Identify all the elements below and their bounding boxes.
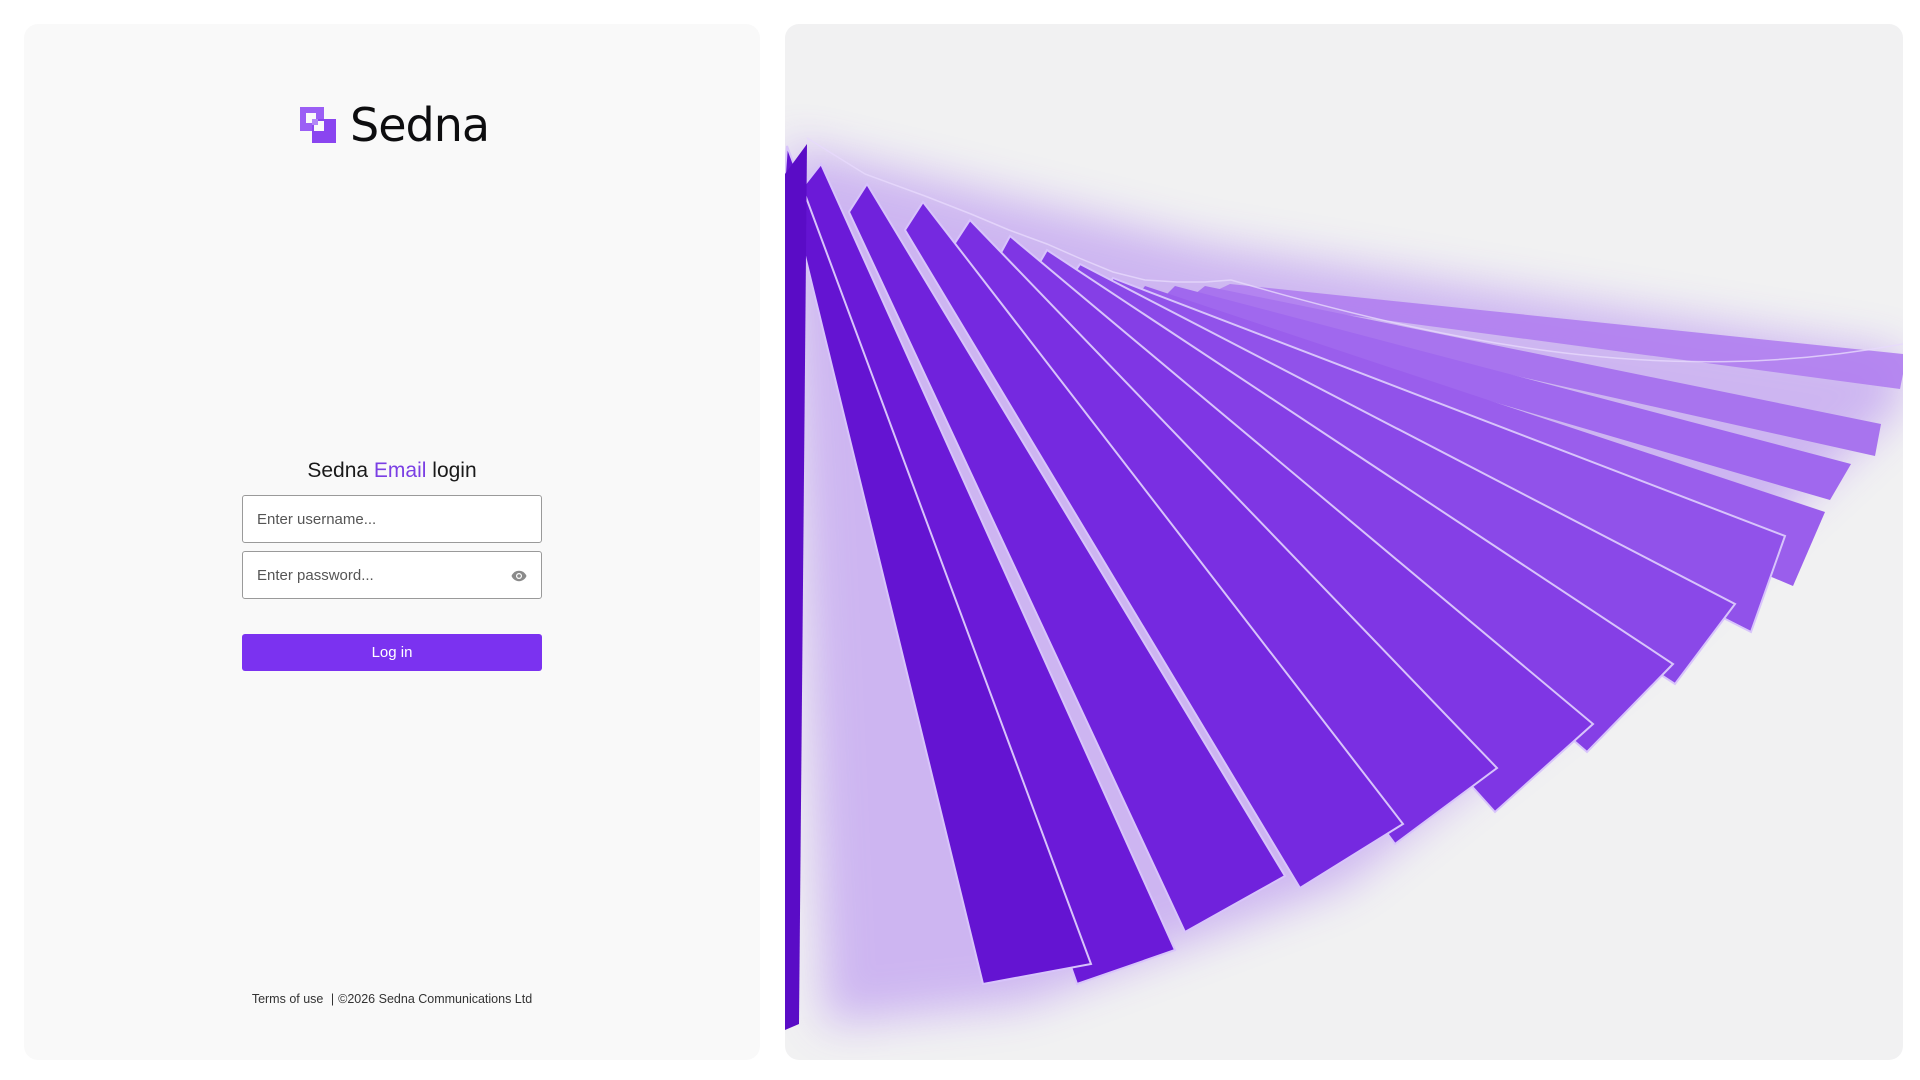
footer: Terms of use | ©2026 Sedna Communications… (24, 990, 760, 1008)
brand-logo: Sedna (300, 98, 490, 152)
password-field (242, 551, 542, 599)
heading-suffix: login (432, 459, 477, 482)
purple-fan-ribbon-artwork (785, 137, 1903, 1030)
password-input[interactable] (243, 552, 541, 598)
login-button[interactable]: Log in (242, 634, 542, 671)
terms-of-use-link[interactable]: Terms of use (252, 992, 324, 1006)
brand-name: Sedna (350, 98, 490, 152)
hero-artwork-panel (785, 24, 1903, 1060)
login-heading: Sedna Email login (24, 456, 760, 486)
show-password-button[interactable] (507, 564, 531, 588)
sedna-logo-icon (300, 107, 336, 143)
heading-accent: Email (373, 459, 427, 482)
footer-separator: | (330, 992, 335, 1006)
username-input[interactable] (243, 496, 541, 542)
copyright-year: ©2026 (338, 992, 376, 1006)
login-page: Sedna Sedna Email login Log in Terms of … (0, 0, 1920, 1080)
eye-icon (511, 570, 527, 582)
username-field (242, 495, 542, 543)
login-panel: Sedna Sedna Email login Log in Terms of … (24, 24, 760, 1060)
heading-prefix: Sedna (307, 459, 369, 482)
company-name: Sedna Communications Ltd (378, 992, 533, 1006)
